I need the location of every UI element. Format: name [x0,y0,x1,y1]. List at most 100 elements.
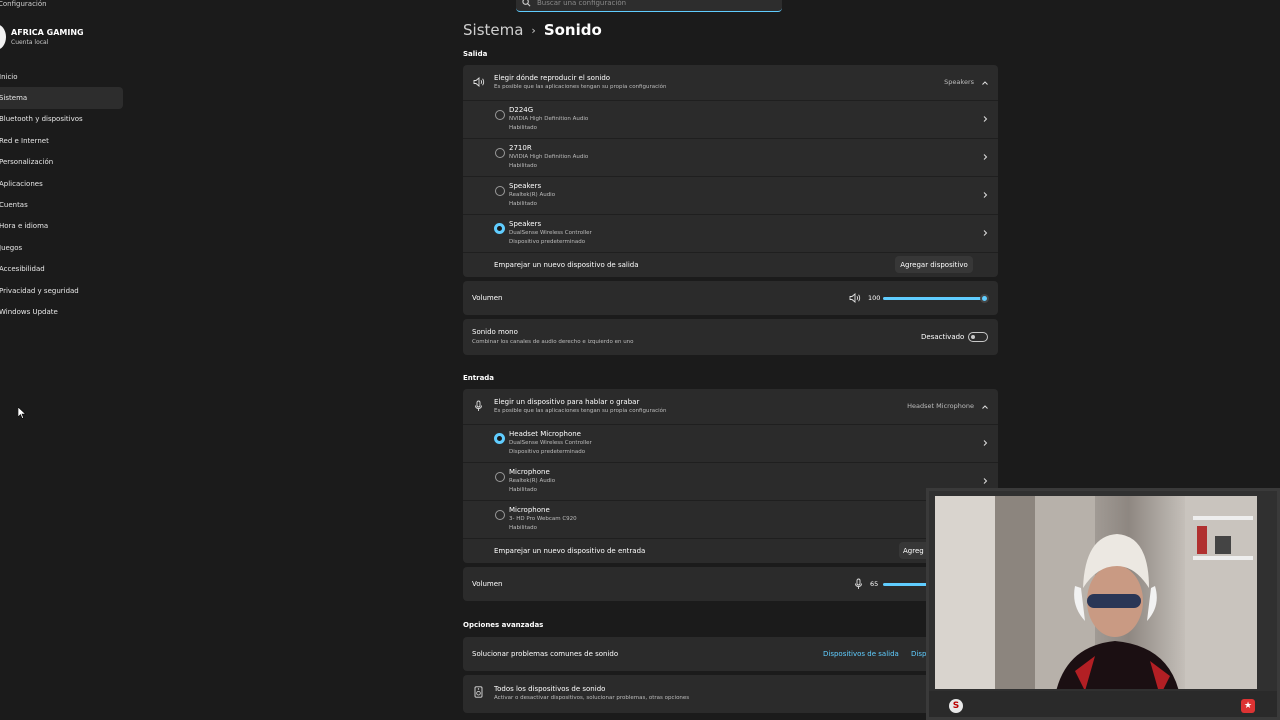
input-device-row[interactable]: Microphone 3- HD Pro Webcam C920 Habilit… [463,501,998,538]
device-status: Habilitado [509,125,537,131]
mono-audio-title: Sonido mono [472,328,518,336]
input-device-card: Elegir un dispositivo para hablar o grab… [463,389,998,563]
mono-audio-card: Sonido mono Combinar los canales de audi… [463,319,998,355]
sidebar-item-label: Red e Internet [0,136,49,145]
breadcrumb-parent[interactable]: Sistema [463,21,523,39]
output-device-row[interactable]: Speakers DualSense Wireless Controller D… [463,215,998,252]
device-status: Dispositivo predeterminado [509,449,586,455]
search-box[interactable] [516,0,782,12]
output-selected-value: Speakers [944,78,974,86]
sidebar-item-cuentas[interactable]: Cuentas [0,194,123,215]
device-driver: Realtek(R) Audio [509,478,556,484]
device-driver: NVIDIA High Definition Audio [509,154,589,160]
chevron-right-icon [983,230,988,236]
chevron-up-icon [982,81,988,85]
sidebar-item-label: Aplicaciones [0,179,43,188]
microphone-icon [475,400,482,411]
output-device-row[interactable]: Speakers Realtek(R) Audio Habilitado [463,177,998,214]
sidebar-item-label: Cuentas [0,201,28,210]
sidebar-item-bluetooth[interactable]: Bluetooth y dispositivos [0,109,123,130]
mono-audio-toggle[interactable] [968,332,988,342]
output-volume-slider-thumb[interactable] [980,294,989,303]
speaker-icon[interactable] [849,293,861,303]
mono-audio-state: Desactivado [921,333,965,341]
chevron-right-icon [983,478,988,484]
output-volume-value: 100 [868,294,881,302]
account-type: Cuenta local [11,39,49,46]
webcam-video [935,496,1257,689]
input-chooser-subtitle: Es posible que las aplicaciones tengan s… [494,408,667,414]
app-title: Configuración [0,0,47,8]
sidebar-item-label: Hora e idioma [0,222,49,231]
sidebar-item-inicio[interactable]: Inicio [0,66,123,87]
section-title-advanced: Opciones avanzadas [463,621,544,629]
radio-button[interactable] [495,510,505,520]
account-name: AFRICA GAMING [11,28,84,37]
input-pair-label: Emparejar un nuevo dispositivo de entrad… [494,547,646,555]
audio-device-icon [474,686,483,698]
mono-audio-subtitle: Combinar los canales de audio derecho e … [472,339,634,345]
sidebar-item-aplicaciones[interactable]: Aplicaciones [0,173,123,194]
output-chooser-header[interactable]: Elegir dónde reproducir el sonido Es pos… [463,65,998,100]
device-driver: Realtek(R) Audio [509,192,556,198]
sidebar-item-privacidad[interactable]: Privacidad y seguridad [0,280,123,301]
sidebar-item-label: Sistema [0,94,28,103]
troubleshoot-input-link[interactable]: Disp [911,650,926,658]
all-sound-devices-subtitle: Activar o desactivar dispositivos, soluc… [494,695,690,701]
channel-badge: S [949,699,963,713]
output-device-row[interactable]: D224G NVIDIA High Definition Audio Habil… [463,101,998,138]
input-chooser-title: Elegir un dispositivo para hablar o grab… [494,398,640,406]
input-chooser-header[interactable]: Elegir un dispositivo para hablar o grab… [463,389,998,424]
speaker-icon [473,77,485,87]
input-selected-value: Headset Microphone [907,402,974,410]
output-volume-card: Volumen 100 [463,281,998,315]
device-driver: DualSense Wireless Controller [509,440,592,446]
all-sound-devices-title: Todos los dispositivos de sonido [494,685,606,693]
radio-button[interactable] [495,148,505,158]
input-device-row[interactable]: Microphone Realtek(R) Audio Habilitado [463,463,998,500]
sidebar-item-label: Bluetooth y dispositivos [0,115,83,124]
chevron-up-icon [982,405,988,409]
sidebar-item-juegos[interactable]: Juegos [0,237,123,258]
device-name: 2710R [509,144,532,152]
output-pair-label: Emparejar un nuevo dispositivo de salida [494,261,639,269]
device-driver: 3- HD Pro Webcam C920 [509,516,577,522]
output-chooser-subtitle: Es posible que las aplicaciones tengan s… [494,84,667,90]
sidebar-item-label: Accesibilidad [0,265,45,274]
sidebar-item-sistema[interactable]: Sistema [0,87,123,109]
radio-button[interactable] [495,472,505,482]
add-output-device-button[interactable]: Agregar dispositivo [895,256,973,273]
device-status: Habilitado [509,487,537,493]
microphone-icon[interactable] [854,578,863,590]
sidebar-item-windows-update[interactable]: Windows Update [0,301,123,322]
device-name: D224G [509,106,534,114]
sidebar-item-personalizacion[interactable]: Personalización [0,152,123,173]
device-status: Dispositivo predeterminado [509,239,586,245]
breadcrumb: Sistema › Sonido [463,21,602,39]
radio-button[interactable] [495,110,505,120]
sidebar-item-label: Personalización [0,158,54,167]
output-pair-row: Emparejar un nuevo dispositivo de salida… [463,253,998,277]
avatar[interactable] [0,24,6,50]
sidebar-item-label: Juegos [0,243,23,252]
radio-button-selected[interactable] [494,433,505,444]
output-chooser-title: Elegir dónde reproducir el sonido [494,74,611,82]
sidebar-nav: Inicio Sistema Bluetooth y dispositivos … [0,66,123,323]
device-name: Headset Microphone [509,430,581,438]
sidebar-item-accesibilidad[interactable]: Accesibilidad [0,259,123,280]
sidebar-item-hora[interactable]: Hora e idioma [0,216,123,237]
radio-button-selected[interactable] [494,223,505,234]
radio-button[interactable] [495,186,505,196]
device-name: Speakers [509,182,542,190]
search-icon [522,0,531,7]
all-sound-devices-card[interactable]: Todos los dispositivos de sonido Activar… [463,675,998,713]
sidebar-item-red[interactable]: Red e Internet [0,130,123,151]
troubleshoot-output-link[interactable]: Dispositivos de salida [823,650,899,658]
input-volume-value: 65 [870,580,879,588]
device-name: Microphone [509,506,550,514]
star-icon: ★ [1241,699,1255,713]
search-input[interactable] [537,0,737,7]
output-device-row[interactable]: 2710R NVIDIA High Definition Audio Habil… [463,139,998,176]
input-volume-label: Volumen [472,580,503,588]
input-device-row[interactable]: Headset Microphone DualSense Wireless Co… [463,425,998,462]
